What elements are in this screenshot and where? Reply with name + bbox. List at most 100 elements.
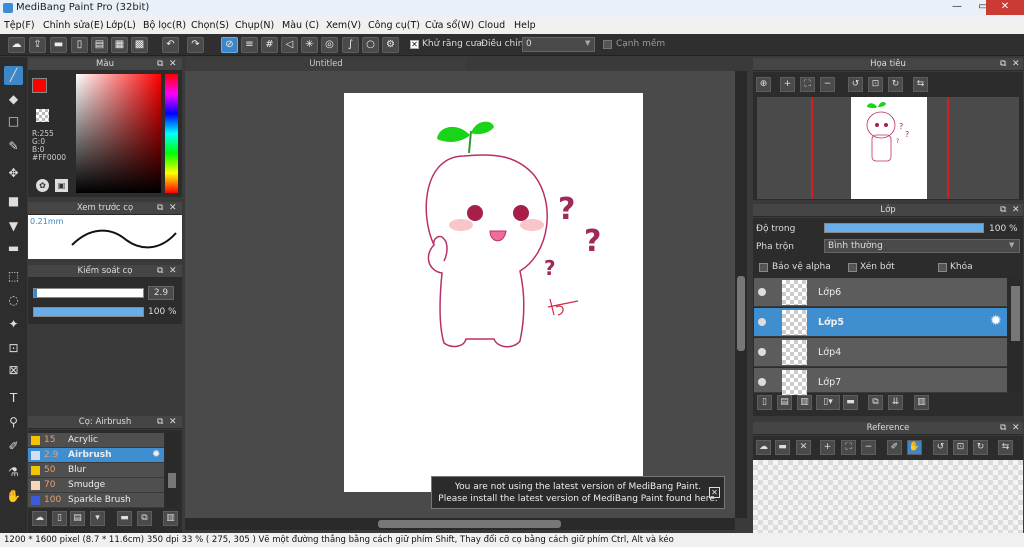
canvas-tab[interactable]: Untitled [185,57,467,71]
undock-icon[interactable]: ⧉ [157,58,163,71]
redo-icon[interactable]: ↷ [187,37,204,53]
minimize-button[interactable]: — [944,0,970,15]
palette-icon[interactable]: ✿ [36,179,49,192]
close-icon[interactable]: ✕ [169,265,177,278]
eye-icon[interactable] [758,348,766,356]
brush-item[interactable]: 15 Acrylic [28,433,164,448]
close-icon[interactable]: ✕ [169,58,177,71]
scroll-thumb[interactable] [378,520,561,528]
layer-row[interactable]: Lớp4 [754,338,1007,367]
undock-icon[interactable]: ⧉ [157,202,163,215]
protect-alpha-checkbox[interactable] [759,263,768,272]
eyedropper-icon[interactable]: ⚗ [4,463,23,482]
brush-size-value[interactable]: 2.9 [148,286,174,300]
transparent-swatch[interactable] [36,109,49,122]
blend-mode-dropdown[interactable]: Bình thường ▼ [824,239,1020,253]
layer-opacity-slider[interactable] [824,223,984,233]
hand-tool-icon[interactable]: ✋ [4,487,23,506]
menu-edit[interactable]: Chỉnh sửa(E) [43,20,104,31]
new-file-icon[interactable]: ▯ [71,37,88,53]
menu-file[interactable]: Tệp(F) [4,20,35,31]
curve-snap-icon[interactable]: ∫ [342,37,359,53]
primary-color-swatch[interactable] [32,78,47,93]
eye-icon[interactable] [758,378,766,386]
close-icon[interactable]: ✕ [1012,422,1020,435]
rotate-right-icon[interactable]: ↻ [973,440,988,455]
cloud-download-icon[interactable]: ☁ [756,440,771,455]
undock-icon[interactable]: ⧉ [157,265,163,278]
add-brush-icon[interactable]: ▾ [90,511,105,526]
rectangle-tool-icon[interactable]: □ [4,112,23,131]
snap-settings-icon[interactable]: ⚙ [382,37,399,53]
zoom-out-icon[interactable]: − [820,77,835,92]
delete-layer-icon[interactable]: ▥ [914,395,929,410]
new-brush-icon[interactable]: ▯ [52,511,67,526]
color-set-icon[interactable]: ▣ [55,179,68,192]
close-reference-icon[interactable]: ✕ [796,440,811,455]
menu-tools[interactable]: Công cụ(T) [368,20,420,31]
eraser-tool-icon[interactable]: ◆ [4,90,23,109]
close-icon[interactable]: ✕ [709,487,720,498]
menu-cloud[interactable]: Cloud [478,20,505,31]
close-icon[interactable]: ✕ [169,202,177,215]
zoom-out-icon[interactable]: − [861,440,876,455]
open-folder-icon[interactable]: ▬ [775,440,790,455]
move-tool-icon[interactable]: ✥ [4,164,23,183]
drawing-canvas[interactable]: ? ? ? [344,93,643,492]
reference-view[interactable] [753,460,1023,533]
eye-icon[interactable] [758,288,766,296]
brush-tool-icon[interactable]: ╱ [4,66,23,85]
new-layer-icon[interactable]: ▯ [757,395,772,410]
flip-icon[interactable]: ⇆ [913,77,928,92]
layer-list-scrollbar[interactable] [1009,278,1022,393]
undock-icon[interactable]: ⧉ [1000,204,1006,217]
adjust-dropdown[interactable]: 0 ▼ [522,37,595,52]
canvas-horizontal-scrollbar[interactable] [185,518,735,530]
layer-row[interactable]: Lớp6 [754,278,1007,307]
new-8bit-layer-icon[interactable]: ▥ [797,395,812,410]
undo-icon[interactable]: ↶ [162,37,179,53]
zoom-icon[interactable]: ⊕ [756,77,771,92]
navigator-preview[interactable]: ? ? ? [757,97,1019,199]
menu-color[interactable]: Màu (C) [282,20,319,31]
save-icon[interactable]: ▦ [111,37,128,53]
zoom-in-icon[interactable]: + [780,77,795,92]
select-rect-icon[interactable]: ⬚ [4,267,23,286]
menu-select[interactable]: Chọn(S) [191,20,229,31]
delete-icon[interactable]: ▥ [163,511,178,526]
snap-off-icon[interactable]: ⊘ [221,37,238,53]
lock-checkbox[interactable] [938,263,947,272]
duplicate-icon[interactable]: ⧉ [137,511,152,526]
ellipse-snap-icon[interactable]: ○ [362,37,379,53]
undock-icon[interactable]: ⧉ [1000,58,1006,71]
operation-tool-icon[interactable]: ✐ [4,437,23,456]
hand-icon[interactable]: ✋ [907,440,922,455]
menu-filter[interactable]: Bộ lọc(R) [143,20,186,31]
merge-layer-icon[interactable]: ⇊ [888,395,903,410]
brush-list-scrollbar[interactable] [166,433,178,508]
scroll-thumb[interactable] [1011,286,1020,341]
scroll-thumb[interactable] [737,276,745,351]
vanish-snap-icon[interactable]: ◁ [281,37,298,53]
folder-icon[interactable]: ▬ [117,511,132,526]
dot-tool-icon[interactable]: ✎ [4,137,23,156]
flip-icon[interactable]: ⇆ [998,440,1013,455]
close-button[interactable]: ✕ [986,0,1024,15]
eye-icon[interactable] [758,318,766,326]
cloud-download-icon[interactable]: ☁ [32,511,47,526]
layer-row[interactable]: Lớp7 [754,368,1007,395]
radial-snap-icon[interactable]: ✳ [301,37,318,53]
layer-row[interactable]: Lớp5 ✹ [754,308,1007,337]
comment-icon[interactable]: ▬ [50,37,67,53]
select-eraser-icon[interactable]: ⊠ [4,361,23,380]
gear-icon[interactable]: ✹ [152,449,160,460]
add-layer-menu-icon[interactable]: ▯▾ [816,395,840,410]
upload-icon[interactable]: ⇪ [29,37,46,53]
close-icon[interactable]: ✕ [1012,58,1020,71]
cloud-icon[interactable]: ☁ [8,37,25,53]
brush-item[interactable]: 2.9 Airbrush ✹ [28,448,164,463]
brush-item[interactable]: 50 Blur [28,463,164,478]
new-halftone-layer-icon[interactable]: ▤ [777,395,792,410]
menu-window[interactable]: Cửa sổ(W) [425,20,474,31]
fit-icon[interactable]: ⛶ [841,440,856,455]
